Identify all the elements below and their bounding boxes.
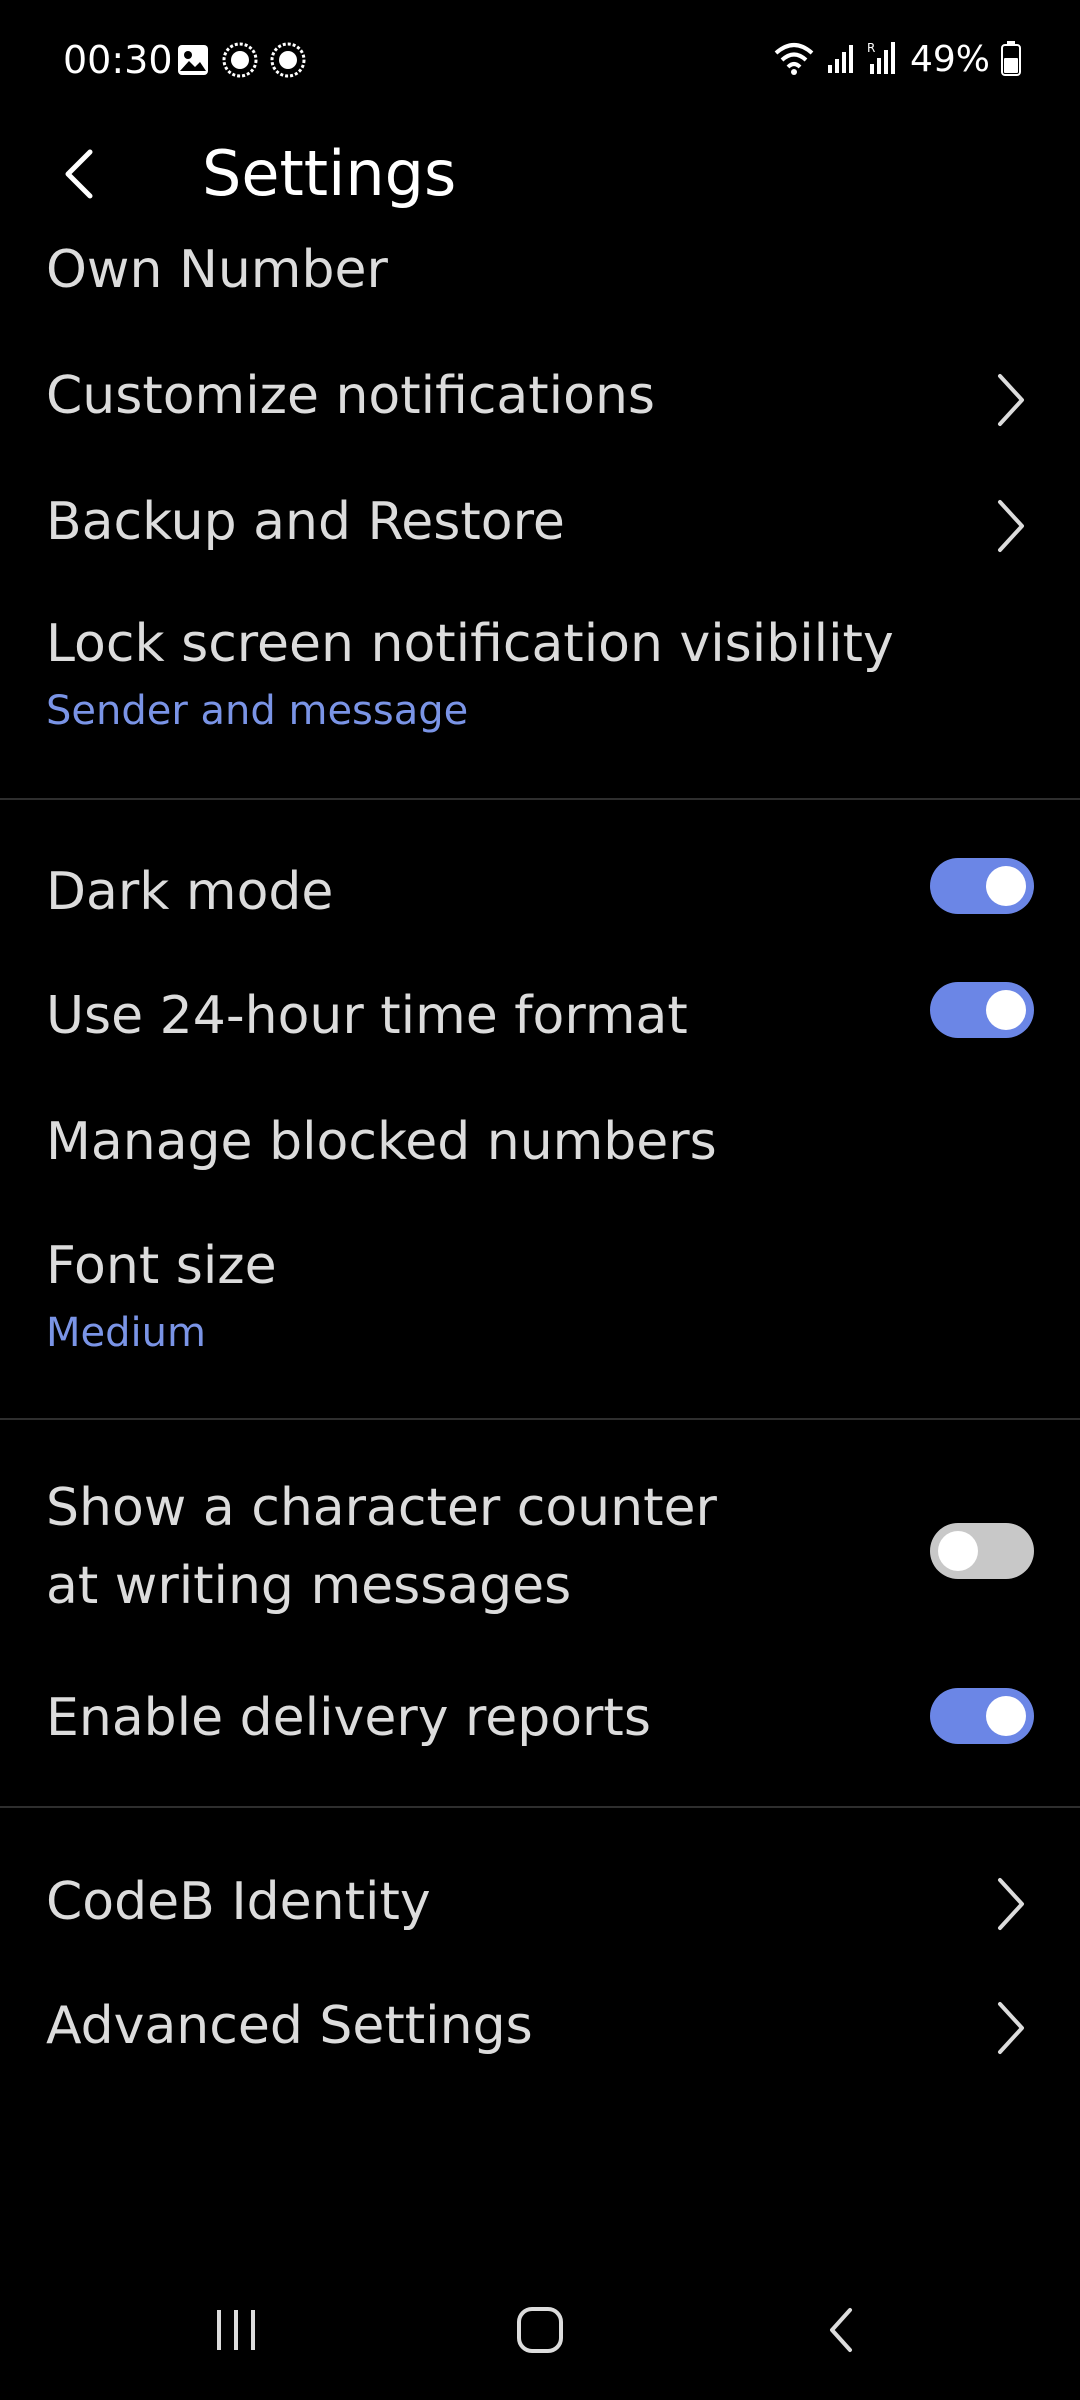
app-badge-icon — [270, 42, 306, 82]
signal-icon — [826, 41, 856, 79]
recent-apps-button[interactable] — [186, 2290, 286, 2370]
back-icon — [830, 2308, 852, 2352]
setting-font-size[interactable]: Font size Medium — [0, 1226, 1080, 1366]
back-button[interactable] — [40, 134, 120, 214]
setting-24-hour-format[interactable]: Use 24-hour time format — [0, 976, 1080, 1060]
setting-label: Customize notifications — [46, 366, 655, 426]
toggle-knob — [986, 990, 1026, 1030]
chevron-right-icon — [998, 1878, 1024, 1930]
system-icons: R 49% — [772, 36, 1022, 84]
svg-text:R: R — [867, 41, 875, 55]
time-format-toggle[interactable] — [930, 982, 1034, 1038]
battery-percent: 49% — [909, 39, 990, 80]
character-counter-toggle[interactable] — [930, 1523, 1034, 1579]
setting-blocked-numbers[interactable]: Manage blocked numbers — [0, 1102, 1080, 1186]
setting-label: Lock screen notification visibility — [46, 614, 894, 674]
toggle-knob — [986, 1696, 1026, 1736]
chevron-left-icon — [65, 149, 93, 199]
setting-label: Backup and Restore — [46, 492, 565, 552]
setting-own-number[interactable]: Own Number — [0, 232, 1080, 312]
section-divider — [0, 1806, 1080, 1808]
image-icon — [176, 43, 210, 81]
home-button[interactable] — [490, 2290, 590, 2370]
status-bar: 00:30 R 49% — [0, 0, 1080, 120]
signal-roaming-icon: R — [866, 40, 900, 80]
setting-character-counter[interactable]: Show a character counter at writing mess… — [0, 1472, 1080, 1632]
page-title: Settings — [202, 137, 457, 210]
setting-value: Sender and message — [46, 688, 469, 734]
setting-dark-mode[interactable]: Dark mode — [0, 850, 1080, 934]
section-divider — [0, 1418, 1080, 1420]
battery-icon — [1000, 40, 1022, 80]
setting-label: CodeB Identity — [46, 1872, 431, 1932]
setting-lock-screen-visibility[interactable]: Lock screen notification visibility Send… — [0, 606, 1080, 746]
toggle-knob — [938, 1531, 978, 1571]
section-divider — [0, 798, 1080, 800]
wifi-icon — [772, 39, 816, 81]
setting-label: Advanced Settings — [46, 1996, 533, 2056]
setting-label: Enable delivery reports — [46, 1688, 651, 1748]
setting-label-line1: Show a character counter — [46, 1478, 717, 1538]
notification-icons — [176, 42, 306, 82]
setting-advanced-settings[interactable]: Advanced Settings — [0, 1988, 1080, 2072]
setting-label: Dark mode — [46, 862, 334, 922]
setting-customize-notifications[interactable]: Customize notifications — [0, 356, 1080, 440]
delivery-reports-toggle[interactable] — [930, 1688, 1034, 1744]
home-icon — [517, 2307, 563, 2353]
chevron-right-icon — [998, 374, 1024, 426]
setting-value: Medium — [46, 1310, 206, 1356]
chevron-right-icon — [998, 500, 1024, 552]
setting-delivery-reports[interactable]: Enable delivery reports — [0, 1678, 1080, 1762]
setting-label-line2: at writing messages — [46, 1556, 572, 1616]
recent-apps-icon — [217, 2310, 255, 2350]
status-time: 00:30 — [63, 38, 173, 82]
app-bar: Settings — [0, 120, 1080, 220]
setting-label: Own Number — [46, 240, 388, 300]
setting-label: Manage blocked numbers — [46, 1112, 717, 1172]
setting-backup-restore[interactable]: Backup and Restore — [0, 482, 1080, 566]
dark-mode-toggle[interactable] — [930, 858, 1034, 914]
setting-codeb-identity[interactable]: CodeB Identity — [0, 1862, 1080, 1946]
setting-label: Use 24-hour time format — [46, 986, 688, 1046]
system-back-button[interactable] — [792, 2290, 892, 2370]
chevron-right-icon — [998, 2002, 1024, 2054]
toggle-knob — [986, 866, 1026, 906]
setting-label: Font size — [46, 1236, 277, 1296]
navigation-bar — [0, 2270, 1080, 2400]
app-badge-icon — [222, 42, 258, 82]
